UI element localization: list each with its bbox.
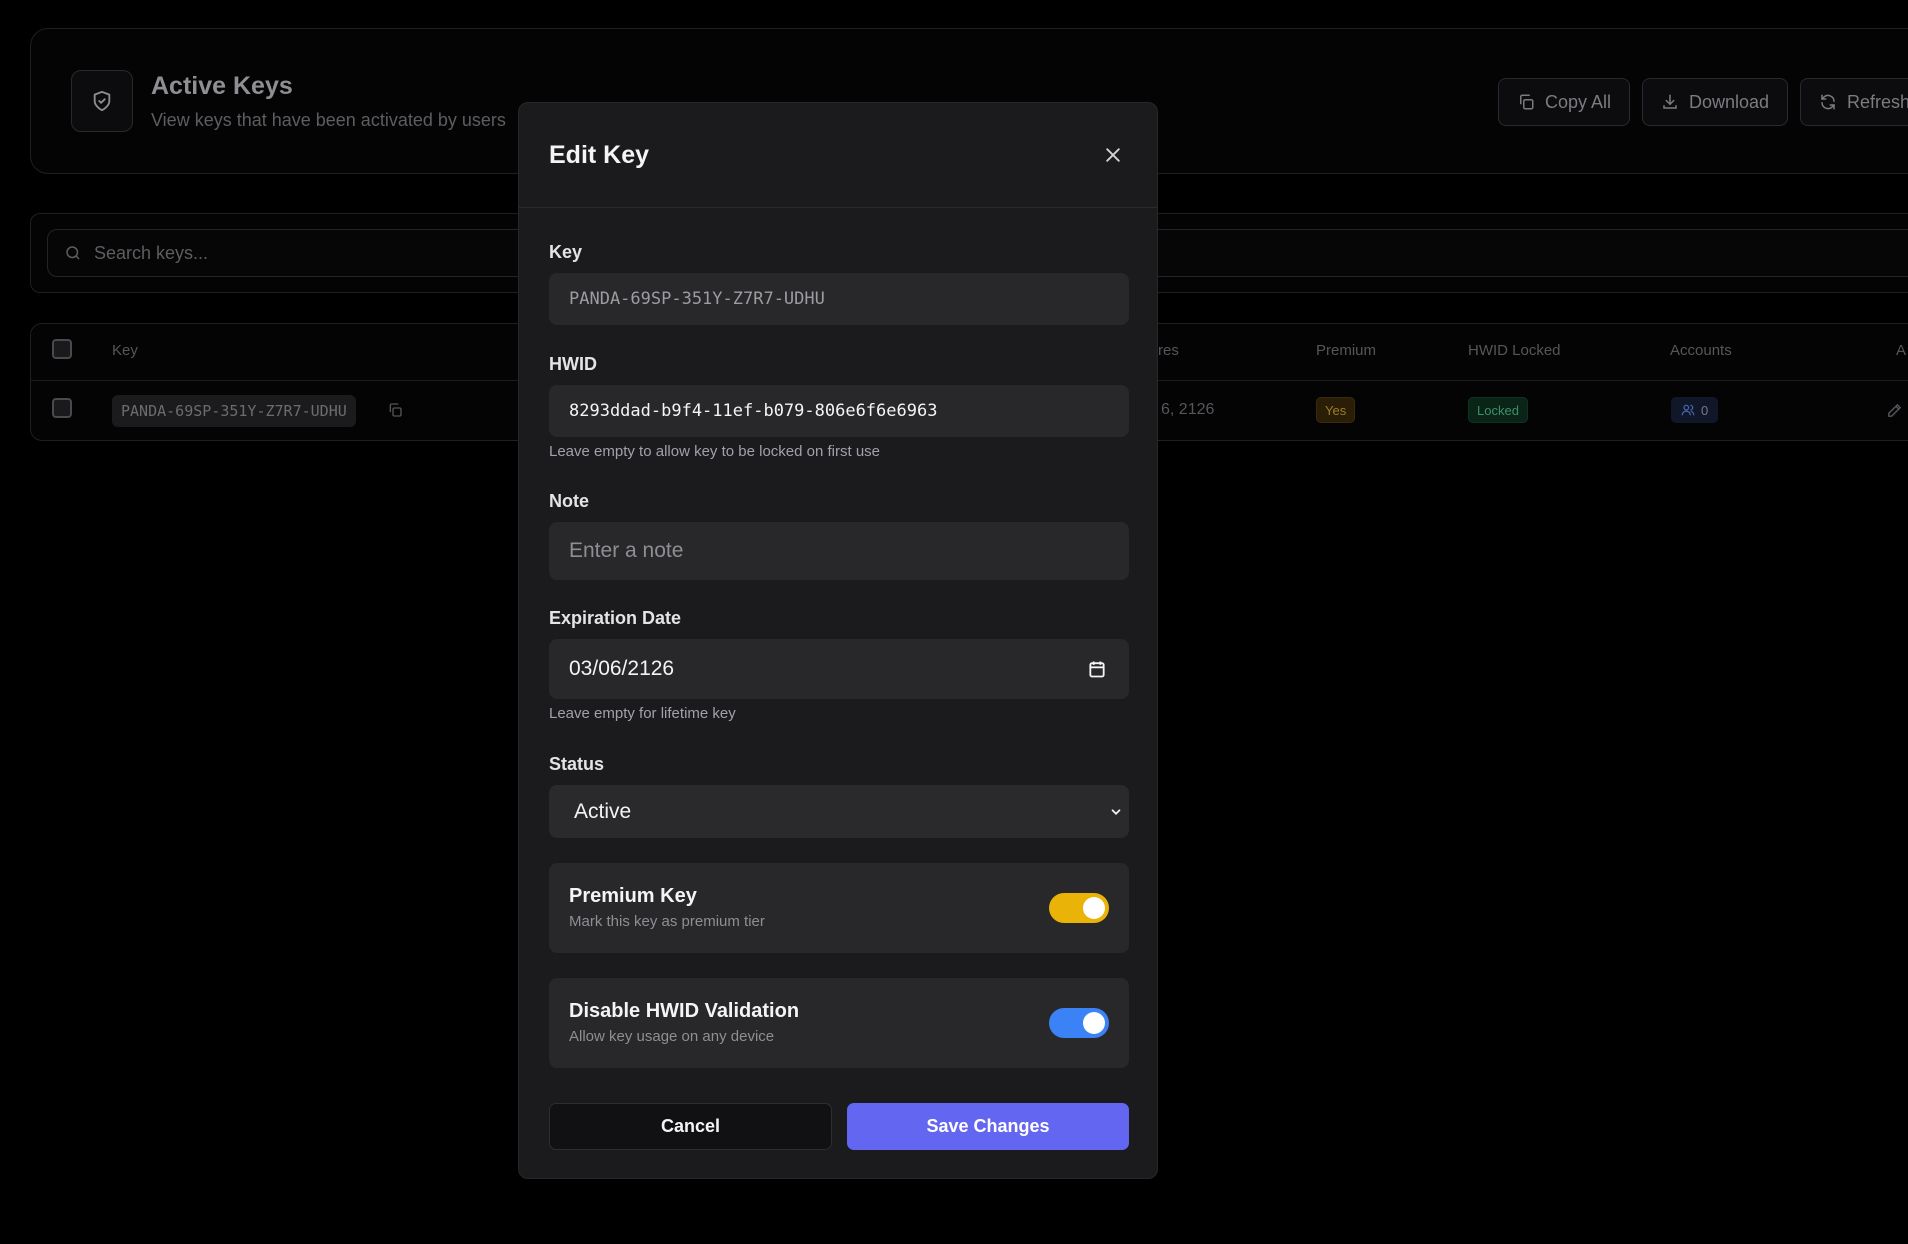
expiration-value: 03/06/2126	[569, 657, 675, 680]
column-header-premium: Premium	[1316, 342, 1377, 359]
row-key: PANDA-69SP-351Y-Z7R7-UDHU	[112, 395, 356, 427]
download-button[interactable]: Download	[1642, 78, 1789, 126]
close-button[interactable]	[1099, 141, 1127, 169]
copy-all-label: Copy All	[1545, 91, 1612, 112]
key-label: Key	[549, 242, 583, 262]
edit-key-modal: Edit Key Key PANDA-69SP-351Y-Z7R7-UDHU H…	[518, 102, 1158, 1179]
note-label: Note	[549, 491, 589, 511]
column-header-actions: A	[1896, 342, 1907, 359]
key-value: PANDA-69SP-351Y-Z7R7-UDHU	[569, 289, 825, 309]
expiration-label: Expiration Date	[549, 608, 682, 628]
copy-icon	[1520, 94, 1534, 110]
page-title: Active Keys	[151, 72, 293, 100]
disable-hwid-title: Disable HWID Validation	[569, 1000, 800, 1022]
copy-all-button[interactable]: Copy All	[1498, 78, 1631, 126]
status-select[interactable]: Active	[549, 785, 1129, 838]
expiration-date-field[interactable]: 03/06/2126	[549, 639, 1129, 699]
edit-icon[interactable]	[1886, 402, 1903, 419]
close-icon	[1106, 148, 1120, 162]
refresh-button[interactable]: Refresh	[1800, 78, 1908, 126]
row-expires: 6, 2126	[1161, 401, 1215, 418]
toggle-knob	[1083, 897, 1105, 919]
page-subtitle: View keys that have been activated by us…	[151, 110, 506, 130]
modal-divider	[519, 207, 1157, 208]
premium-key-toggle[interactable]	[1049, 893, 1109, 923]
hwid-label: HWID	[549, 354, 597, 374]
shield-check-icon	[71, 70, 133, 132]
note-placeholder: Enter a note	[569, 539, 684, 562]
row-checkbox[interactable]	[52, 398, 72, 418]
column-header-expires: res	[1158, 342, 1179, 359]
select-all-checkbox[interactable]	[52, 339, 72, 359]
refresh-label: Refresh	[1847, 91, 1908, 112]
toggle-knob	[1083, 1012, 1105, 1034]
hwid-locked-badge: Locked	[1468, 397, 1528, 423]
status-value: Active	[574, 799, 632, 823]
modal-title: Edit Key	[549, 141, 650, 169]
chevron-down-icon	[1111, 808, 1121, 815]
download-label: Download	[1689, 91, 1770, 112]
search-placeholder: Search keys...	[94, 242, 209, 263]
column-header-key: Key	[112, 342, 138, 359]
accounts-count: 0	[1701, 402, 1709, 418]
status-label: Status	[549, 754, 605, 774]
users-icon	[1681, 404, 1695, 416]
refresh-icon	[1821, 94, 1835, 110]
premium-key-card: Premium Key Mark this key as premium tie…	[549, 863, 1129, 953]
column-header-accounts: Accounts	[1670, 342, 1732, 359]
hwid-value: 8293ddad-b9f4-11ef-b079-806e6f6e6963	[569, 401, 938, 421]
hwid-hint: Leave empty to allow key to be locked on…	[549, 443, 881, 460]
calendar-icon[interactable]	[1087, 659, 1107, 679]
key-field[interactable]: PANDA-69SP-351Y-Z7R7-UDHU	[549, 273, 1129, 325]
accounts-badge: 0	[1671, 397, 1719, 423]
premium-key-title: Premium Key	[569, 885, 697, 907]
premium-badge: Yes	[1316, 397, 1356, 423]
column-header-hwid-locked: HWID Locked	[1468, 342, 1561, 359]
search-icon	[66, 246, 80, 260]
download-icon	[1663, 94, 1677, 109]
save-changes-button[interactable]: Save Changes	[847, 1103, 1129, 1150]
hwid-field[interactable]: 8293ddad-b9f4-11ef-b079-806e6f6e6963	[549, 385, 1129, 437]
expiration-hint: Leave empty for lifetime key	[549, 705, 736, 722]
copy-icon[interactable]	[387, 402, 403, 418]
disable-hwid-subtitle: Allow key usage on any device	[569, 1028, 775, 1045]
disable-hwid-toggle[interactable]	[1049, 1008, 1109, 1038]
disable-hwid-card: Disable HWID Validation Allow key usage …	[549, 978, 1129, 1068]
note-field[interactable]: Enter a note	[549, 522, 1129, 580]
premium-key-subtitle: Mark this key as premium tier	[569, 913, 765, 930]
cancel-button[interactable]: Cancel	[549, 1103, 832, 1150]
